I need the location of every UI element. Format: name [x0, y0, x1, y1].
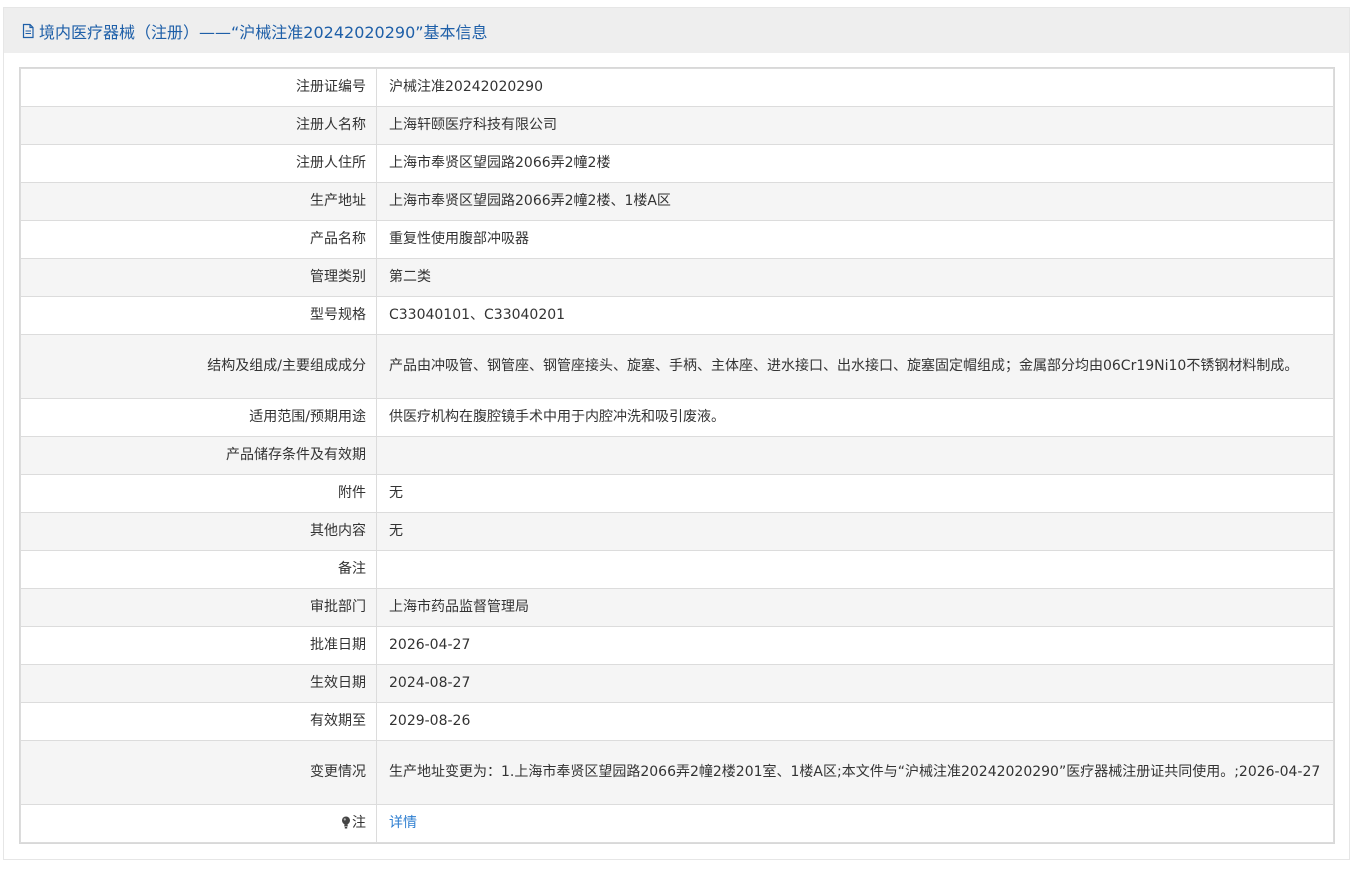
row-label: 适用范围/预期用途	[20, 398, 377, 437]
table-row: 变更情况 生产地址变更为：1.上海市奉贤区望园路2066弄2幢2楼201室、1楼…	[20, 740, 1334, 805]
lightbulb-icon	[342, 816, 350, 829]
row-value: 无	[376, 474, 1334, 513]
table-row: 有效期至 2029-08-26	[20, 702, 1334, 741]
row-value: 沪械注准20242020290	[376, 68, 1334, 107]
row-label: 注册人住所	[20, 144, 377, 183]
note-value-cell: 详情	[376, 804, 1334, 843]
row-value: 上海轩颐医疗科技有限公司	[376, 106, 1334, 145]
row-label: 备注	[20, 550, 377, 589]
row-label: 型号规格	[20, 296, 377, 335]
row-value: 第二类	[376, 258, 1334, 297]
info-table: 注册证编号 沪械注准20242020290 注册人名称 上海轩颐医疗科技有限公司…	[20, 68, 1334, 843]
row-value	[376, 436, 1334, 475]
row-value: 重复性使用腹部冲吸器	[376, 220, 1334, 259]
table-row: 型号规格 C33040101、C33040201	[20, 296, 1334, 335]
row-value: 供医疗机构在腹腔镜手术中用于内腔冲洗和吸引废液。	[376, 398, 1334, 437]
row-label: 变更情况	[20, 740, 377, 805]
table-row: 生效日期 2024-08-27	[20, 664, 1334, 703]
row-label: 生产地址	[20, 182, 377, 221]
document-icon	[22, 23, 34, 38]
row-value: 2024-08-27	[376, 664, 1334, 703]
table-row: 备注	[20, 550, 1334, 589]
page-title: 境内医疗器械（注册）——“沪械注准20242020290”基本信息	[39, 22, 488, 42]
row-label: 注册人名称	[20, 106, 377, 145]
table-row: 产品名称 重复性使用腹部冲吸器	[20, 220, 1334, 259]
row-value: 产品由冲吸管、钢管座、钢管座接头、旋塞、手柄、主体座、进水接口、出水接口、旋塞固…	[376, 334, 1334, 399]
row-label: 注册证编号	[20, 68, 377, 107]
row-value: 上海市奉贤区望园路2066弄2幢2楼、1楼A区	[376, 182, 1334, 221]
row-label: 管理类别	[20, 258, 377, 297]
note-label: 注	[352, 815, 366, 831]
table-row: 批准日期 2026-04-27	[20, 626, 1334, 665]
row-value: 2029-08-26	[376, 702, 1334, 741]
row-label: 生效日期	[20, 664, 377, 703]
table-row: 其他内容 无	[20, 512, 1334, 551]
table-row: 附件 无	[20, 474, 1334, 513]
row-label: 结构及组成/主要组成成分	[20, 334, 377, 399]
table-row: 注册人名称 上海轩颐医疗科技有限公司	[20, 106, 1334, 145]
row-value: 上海市药品监督管理局	[376, 588, 1334, 627]
row-value: 生产地址变更为：1.上海市奉贤区望园路2066弄2幢2楼201室、1楼A区;本文…	[376, 740, 1334, 805]
table-row: 产品储存条件及有效期	[20, 436, 1334, 475]
table-row: 适用范围/预期用途 供医疗机构在腹腔镜手术中用于内腔冲洗和吸引废液。	[20, 398, 1334, 437]
table-row: 注册人住所 上海市奉贤区望园路2066弄2幢2楼	[20, 144, 1334, 183]
row-value: C33040101、C33040201	[376, 296, 1334, 335]
row-label: 产品名称	[20, 220, 377, 259]
row-label: 批准日期	[20, 626, 377, 665]
table-row: 生产地址 上海市奉贤区望园路2066弄2幢2楼、1楼A区	[20, 182, 1334, 221]
row-label: 附件	[20, 474, 377, 513]
note-row: 注 详情	[20, 804, 1334, 843]
row-value	[376, 550, 1334, 589]
row-label: 产品储存条件及有效期	[20, 436, 377, 475]
table-row: 审批部门 上海市药品监督管理局	[20, 588, 1334, 627]
row-label: 审批部门	[20, 588, 377, 627]
detail-link[interactable]: 详情	[389, 815, 417, 831]
row-value: 无	[376, 512, 1334, 551]
table-row: 管理类别 第二类	[20, 258, 1334, 297]
table-row: 注册证编号 沪械注准20242020290	[20, 68, 1334, 107]
row-value: 上海市奉贤区望园路2066弄2幢2楼	[376, 144, 1334, 183]
detail-panel: 境内医疗器械（注册）——“沪械注准20242020290”基本信息 注册证编号 …	[3, 7, 1350, 860]
row-label: 有效期至	[20, 702, 377, 741]
row-value: 2026-04-27	[376, 626, 1334, 665]
table-row: 结构及组成/主要组成成分 产品由冲吸管、钢管座、钢管座接头、旋塞、手柄、主体座、…	[20, 334, 1334, 399]
note-label-cell: 注	[20, 804, 377, 843]
row-label: 其他内容	[20, 512, 377, 551]
info-table-wrapper: 注册证编号 沪械注准20242020290 注册人名称 上海轩颐医疗科技有限公司…	[19, 67, 1335, 844]
panel-header: 境内医疗器械（注册）——“沪械注准20242020290”基本信息	[4, 8, 1349, 53]
